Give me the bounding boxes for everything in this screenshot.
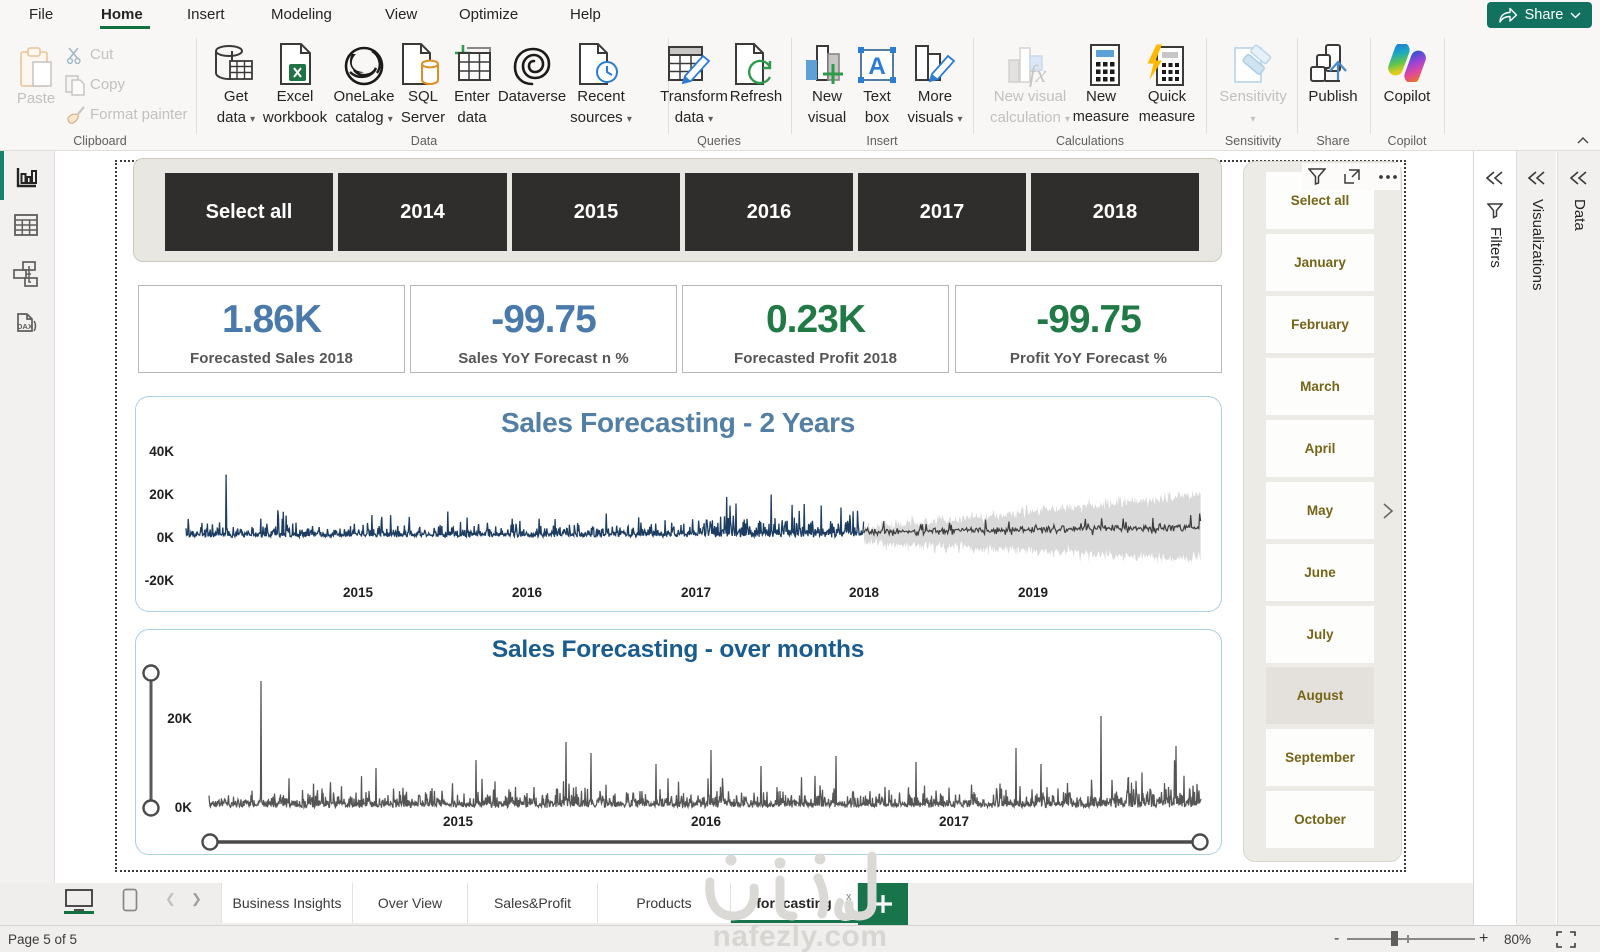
svg-text:20K: 20K: [149, 487, 174, 502]
svg-text:fx: fx: [1029, 62, 1047, 88]
svg-text:Sales Forecasting - 2 Years: Sales Forecasting - 2 Years: [501, 407, 855, 438]
svg-text:0K: 0K: [157, 530, 175, 545]
svg-text:-20K: -20K: [145, 573, 175, 588]
svg-text:2017: 2017: [681, 585, 711, 600]
svg-text:20K: 20K: [167, 711, 192, 726]
svg-text:2019: 2019: [1018, 585, 1048, 600]
svg-text:2016: 2016: [512, 585, 543, 600]
svg-text:40K: 40K: [149, 444, 174, 459]
svg-text:2015: 2015: [343, 585, 374, 600]
svg-text:0K: 0K: [175, 800, 193, 815]
svg-text:DAX: DAX: [17, 322, 33, 331]
svg-text:2018: 2018: [849, 585, 880, 600]
svg-text:Sales Forecasting - over month: Sales Forecasting - over months: [492, 636, 864, 663]
svg-text:2017: 2017: [939, 814, 969, 829]
svg-text:2015: 2015: [443, 814, 474, 829]
svg-text:A: A: [868, 53, 885, 80]
svg-text:2016: 2016: [691, 814, 722, 829]
